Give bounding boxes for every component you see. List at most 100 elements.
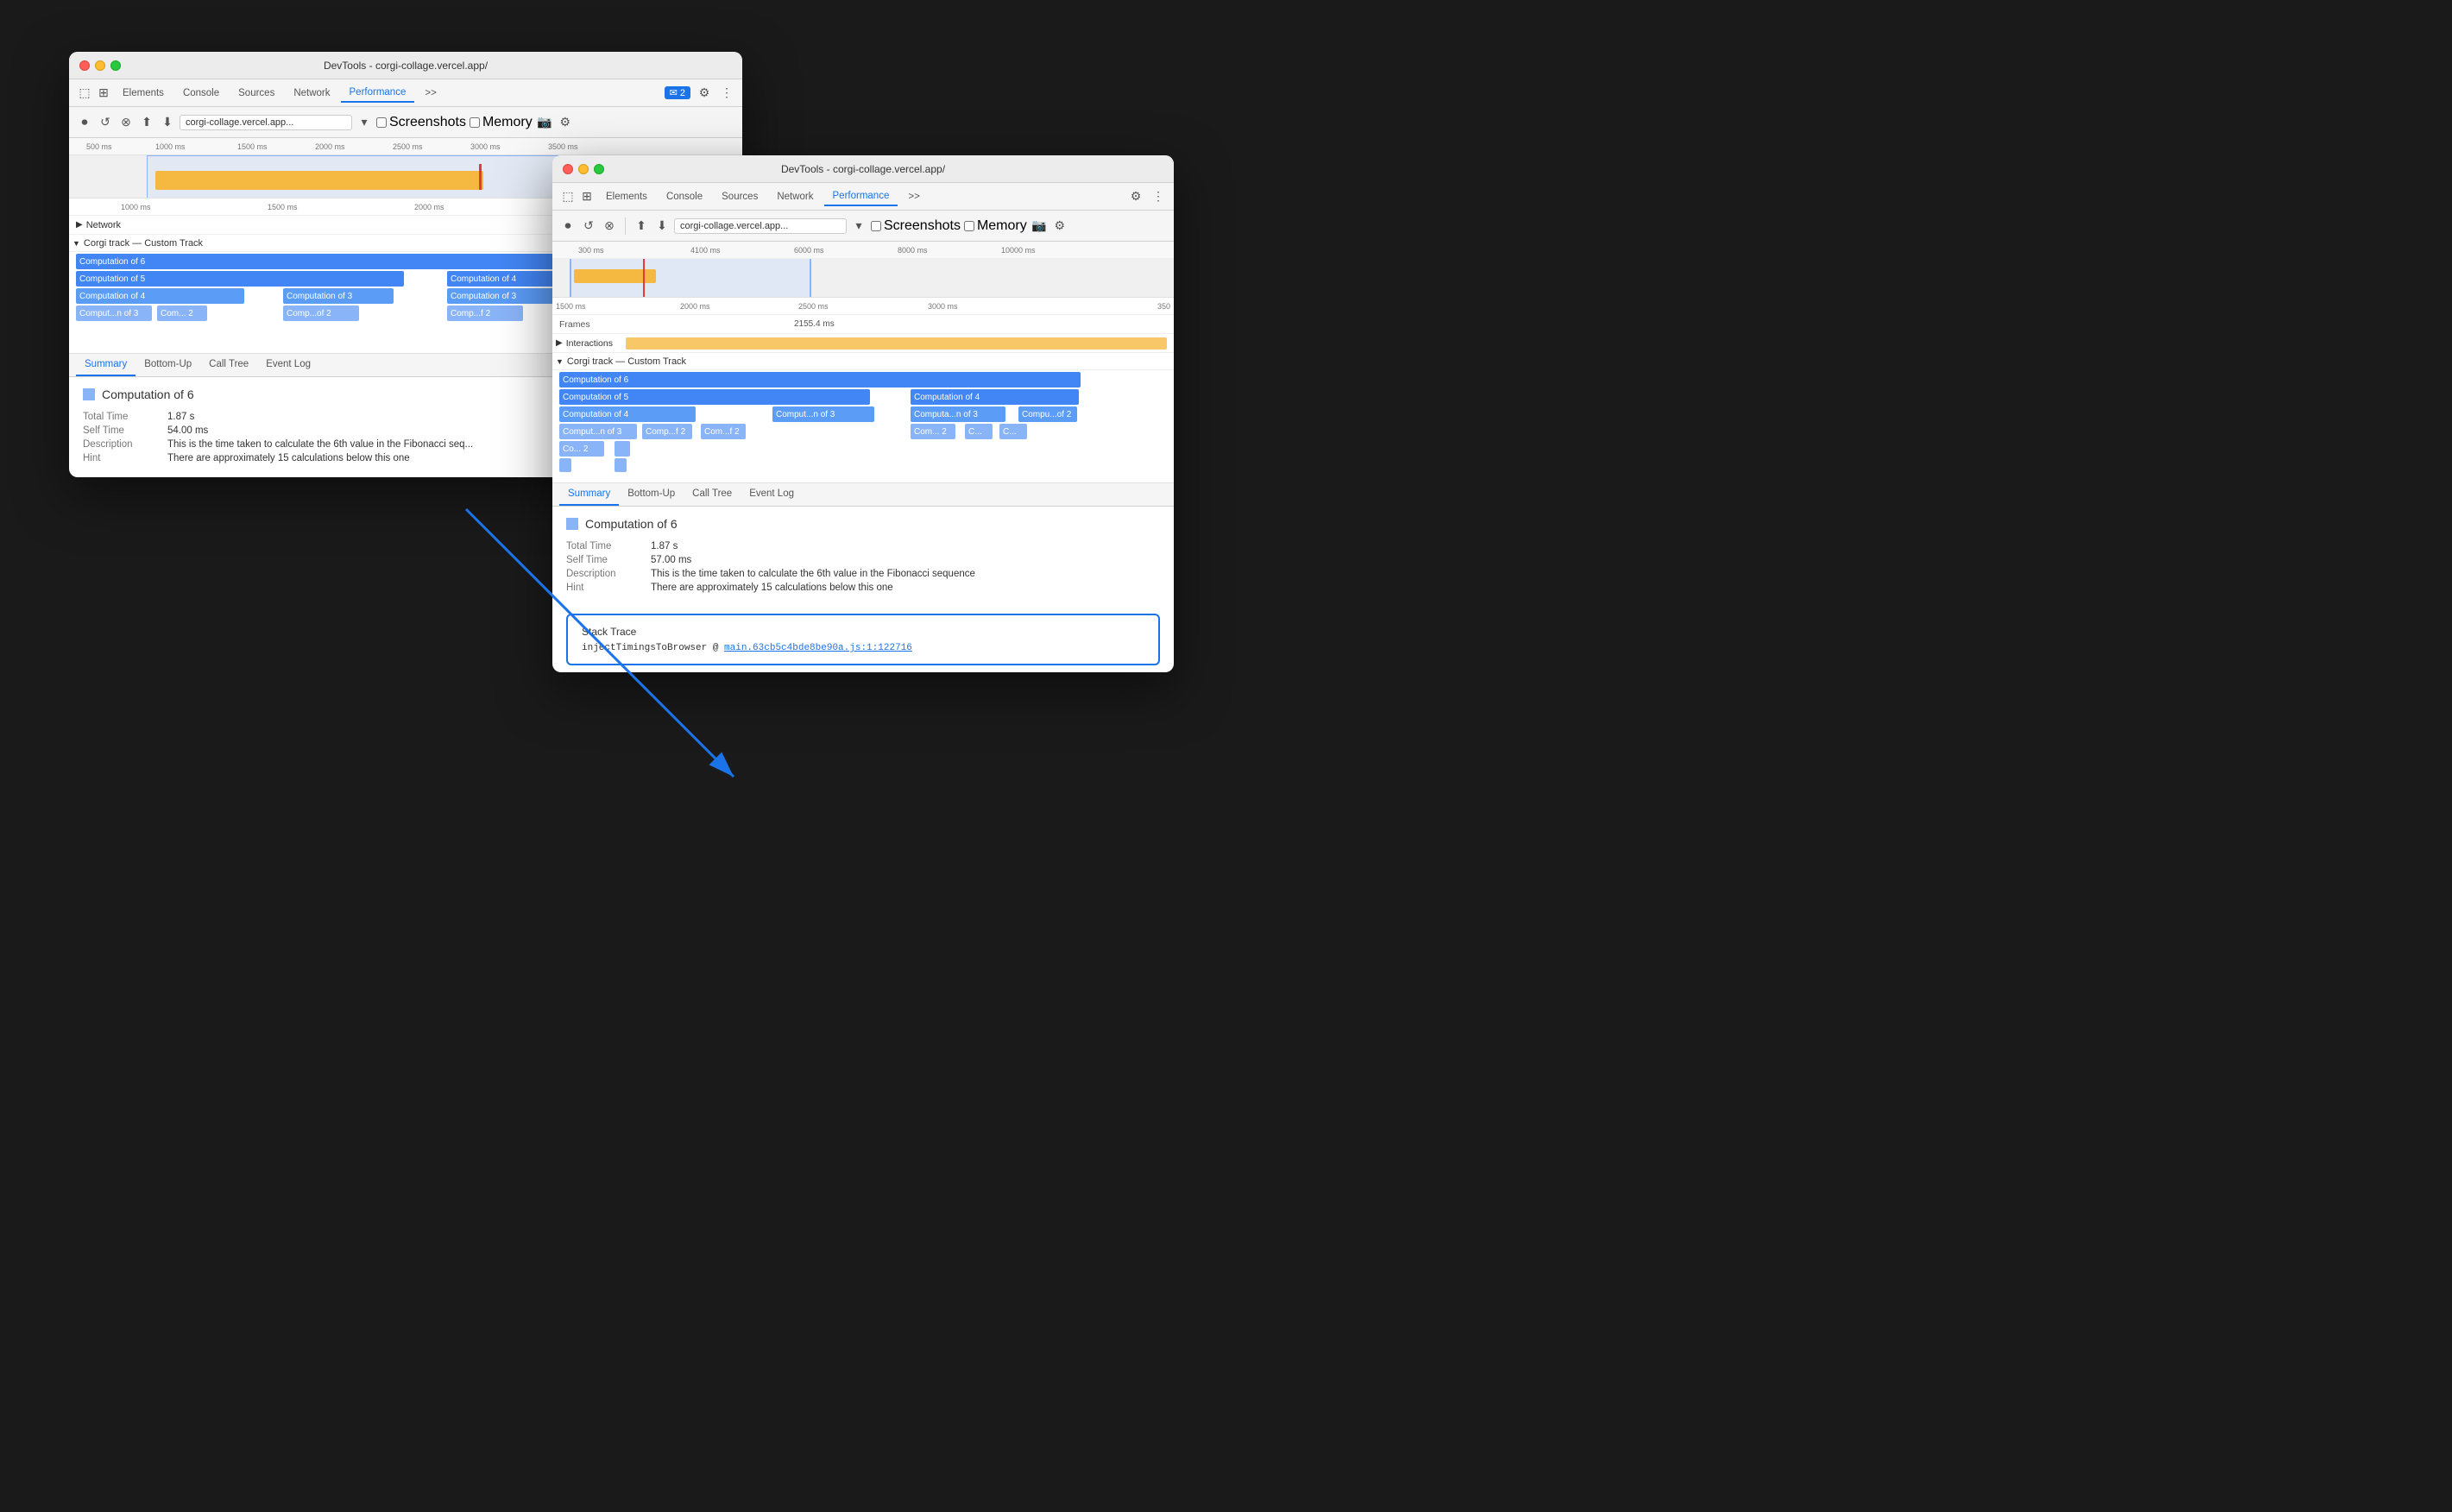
reload-icon-1[interactable]: ↺ (97, 114, 114, 131)
ruler-350: 350 (1157, 302, 1170, 311)
reload-icon-2[interactable]: ↺ (580, 217, 597, 235)
red-marker-1 (479, 164, 482, 190)
tab-bottomup-2[interactable]: Bottom-Up (619, 483, 684, 506)
maximize-button-2[interactable] (594, 164, 604, 174)
url-dropdown-icon[interactable]: ▾ (850, 217, 867, 235)
w2-comp-2-l3d[interactable]: Com... 2 (911, 424, 955, 439)
layers-icon-2[interactable]: ⊞ (578, 188, 596, 205)
cursor-icon[interactable]: ⬚ (76, 85, 93, 102)
record-icon-2[interactable]: ⏺ (559, 217, 577, 235)
stack-trace-link[interactable]: main.63cb5c4bde8be90a.js:1:122716 (724, 643, 912, 653)
tab-elements-1[interactable]: Elements (114, 85, 173, 102)
tab-console-2[interactable]: Console (658, 188, 711, 205)
screenshots-checkbox-2[interactable]: Screenshots (871, 218, 961, 234)
url-input-2[interactable]: corgi-collage.vercel.app... (674, 218, 847, 234)
w2-comp-f2-l3b[interactable]: Comp...f 2 (642, 424, 692, 439)
time-mark-3000: 3000 ms (470, 142, 501, 151)
layers-icon[interactable]: ⊞ (95, 85, 112, 102)
w2-comp-tiny3[interactable] (615, 458, 627, 472)
w2-comp-3-l3a[interactable]: Comput...n of 3 (559, 424, 637, 439)
tab-more-1[interactable]: >> (416, 85, 444, 102)
download-icon-1[interactable]: ⬇ (159, 114, 176, 131)
w2-comp-5[interactable]: Computation of 5 (559, 389, 870, 405)
comp-of-5[interactable]: Computation of 5 (76, 271, 404, 287)
w2-comp-2-l2c[interactable]: Compu...of 2 (1018, 406, 1077, 422)
upload-icon-2[interactable]: ⬆ (633, 217, 650, 235)
tab-eventlog-2[interactable]: Event Log (741, 483, 803, 506)
memory-checkbox-1[interactable]: Memory (470, 115, 533, 130)
comp-of-4-l1[interactable]: Computation of 4 (447, 271, 559, 287)
stop-icon-1[interactable]: ⊗ (117, 114, 135, 131)
tab-calltree-1[interactable]: Call Tree (200, 354, 257, 376)
close-button-1[interactable] (79, 60, 90, 71)
tab-summary-2[interactable]: Summary (559, 483, 619, 506)
w2-comp-4-l1[interactable]: Computation of 4 (911, 389, 1079, 405)
chevron-track[interactable]: ▼ (72, 239, 80, 248)
chevron-track-2[interactable]: ▼ (556, 357, 564, 366)
w2-comp-4-l2[interactable]: Computation of 4 (559, 406, 696, 422)
tab-calltree-2[interactable]: Call Tree (684, 483, 741, 506)
download-icon-2[interactable]: ⬇ (653, 217, 671, 235)
w2-comp-3-l2b[interactable]: Computa...n of 3 (911, 406, 1005, 422)
screenshots-checkbox-1[interactable]: Screenshots (376, 115, 466, 130)
screenshot-cam-icon-2[interactable]: 📷 (1031, 217, 1048, 235)
tab-sources-2[interactable]: Sources (713, 188, 766, 205)
stop-icon-2[interactable]: ⊗ (601, 217, 618, 235)
tab-performance-1[interactable]: Performance (341, 84, 415, 103)
tab-eventlog-1[interactable]: Event Log (257, 354, 319, 376)
tab-sources-1[interactable]: Sources (230, 85, 283, 102)
chevron-interactions[interactable]: ▶ (556, 338, 563, 348)
self-time-value-1: 54.00 ms (167, 425, 208, 436)
comp-3-l3a[interactable]: Comput...n of 3 (76, 306, 152, 321)
settings-icon-1[interactable]: ⚙ (696, 85, 713, 102)
comp-of-6[interactable]: Computation of 6 (76, 254, 559, 269)
comp-2-l3b[interactable]: Com... 2 (157, 306, 207, 321)
memory-checkbox-2[interactable]: Memory (964, 218, 1027, 234)
w2-comp-6[interactable]: Computation of 6 (559, 372, 1081, 387)
settings-toolbar-icon-2[interactable]: ⚙ (1051, 217, 1068, 235)
tab-performance-2[interactable]: Performance (824, 187, 898, 206)
url-input-1[interactable]: corgi-collage.vercel.app... (180, 115, 352, 130)
record-icon-1[interactable]: ⏺ (76, 114, 93, 131)
ruler-2500: 2500 ms (798, 302, 829, 311)
close-button-2[interactable] (563, 164, 573, 174)
url-arrow-icon[interactable]: ▾ (356, 114, 373, 131)
badge-2[interactable]: ✉ 2 (665, 86, 690, 99)
w2-comp-3-l2a[interactable]: Comput...n of 3 (772, 406, 874, 422)
w2-comp-f2-l3c[interactable]: Com...f 2 (701, 424, 746, 439)
settings-toolbar-icon-1[interactable]: ⚙ (557, 114, 574, 131)
window-title-1: DevTools - corgi-collage.vercel.app/ (324, 60, 488, 72)
comp-of-4-l2[interactable]: Computation of 4 (76, 288, 244, 304)
comp-of-3-l2b[interactable]: Computation of 3 (447, 288, 558, 304)
more-icon-1[interactable]: ⋮ (718, 85, 735, 102)
w2-comp-tiny1[interactable] (615, 441, 630, 457)
tab-network-1[interactable]: Network (285, 85, 338, 102)
w2-comp-co2[interactable]: Co... 2 (559, 441, 604, 457)
screenshot-cam-icon-1[interactable]: 📷 (536, 114, 553, 131)
tab-network-2[interactable]: Network (768, 188, 822, 205)
stack-trace-title: Stack Trace (582, 626, 1144, 638)
maximize-button-1[interactable] (110, 60, 121, 71)
tab-summary-1[interactable]: Summary (76, 354, 136, 376)
comp-2-l3d[interactable]: Comp...f 2 (447, 306, 523, 321)
time-mark-3500: 3500 ms (548, 142, 578, 151)
upload-icon-1[interactable]: ⬆ (138, 114, 155, 131)
comp-of-3-l2a[interactable]: Computation of 3 (283, 288, 394, 304)
more-icon-2[interactable]: ⋮ (1150, 188, 1167, 205)
w2-comp-c1[interactable]: C... (965, 424, 993, 439)
minimize-button-2[interactable] (578, 164, 589, 174)
stack-trace-box: Stack Trace injectTimingsToBrowser @ mai… (566, 614, 1160, 665)
comp-2-l3c[interactable]: Comp...of 2 (283, 306, 359, 321)
tab-console-1[interactable]: Console (174, 85, 228, 102)
tab-more-2[interactable]: >> (899, 188, 928, 205)
w2-comp-c2[interactable]: C... (999, 424, 1027, 439)
settings-icon-2[interactable]: ⚙ (1127, 188, 1144, 205)
w2-comp-tiny2[interactable] (559, 458, 571, 472)
minimize-button-1[interactable] (95, 60, 105, 71)
color-swatch-2 (566, 518, 578, 530)
tab-bottomup-1[interactable]: Bottom-Up (136, 354, 200, 376)
tab-elements-2[interactable]: Elements (597, 188, 656, 205)
mini-mark-300: 300 ms (578, 246, 604, 255)
cursor-icon-2[interactable]: ⬚ (559, 188, 577, 205)
chevron-network[interactable]: ▶ (76, 220, 83, 230)
